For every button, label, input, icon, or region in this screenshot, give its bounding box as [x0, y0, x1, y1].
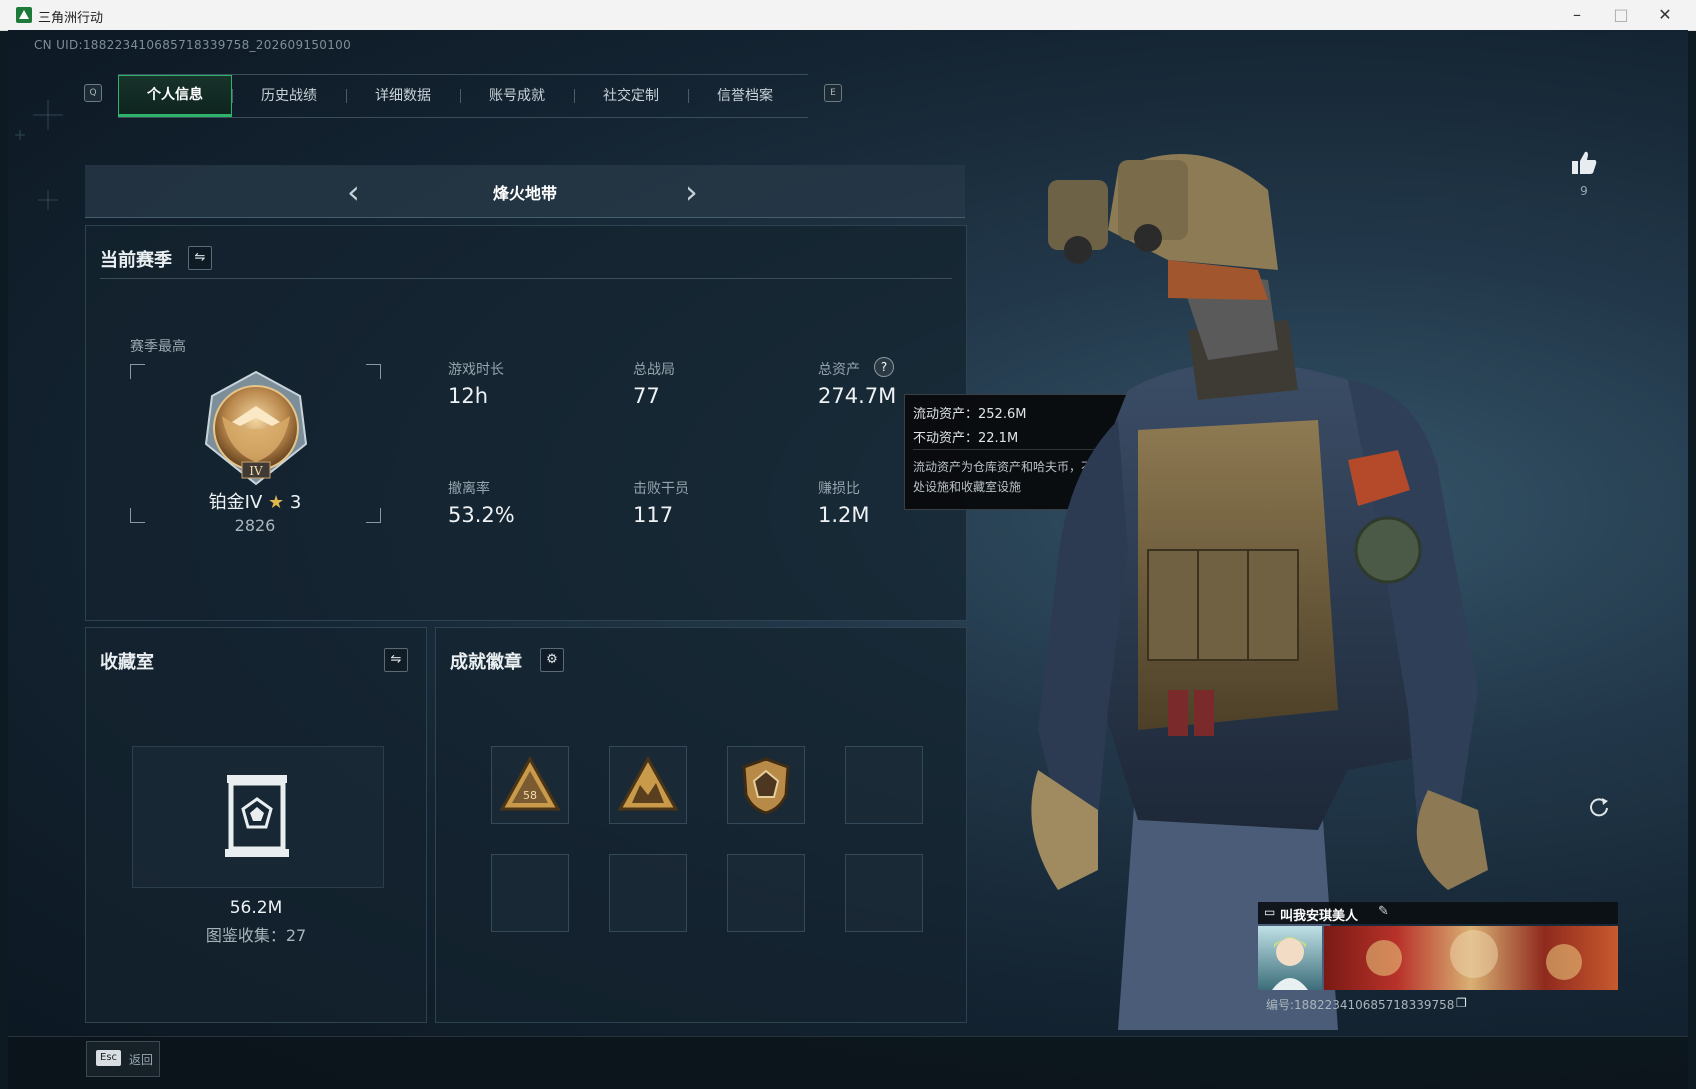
- badge-slot-empty[interactable]: [727, 854, 805, 932]
- avatar: [1258, 926, 1322, 990]
- collection-title: 收藏室: [100, 652, 154, 673]
- window-titlebar: 三角洲行动 – □ ✕: [0, 0, 1696, 31]
- mode-name: 烽火地带: [492, 184, 557, 203]
- help-icon[interactable]: ?: [874, 357, 894, 377]
- rank-line: 铂金IV ★ 3: [130, 488, 380, 514]
- mode-selector: ‹ 烽火地带 ›: [85, 165, 965, 218]
- divider: [100, 278, 952, 279]
- tab-achievements[interactable]: 账号成就: [460, 75, 574, 117]
- season-switch-button[interactable]: ⇋: [188, 246, 212, 270]
- edit-icon[interactable]: ✎: [1378, 904, 1389, 919]
- player-card[interactable]: ▭ 叫我安琪美人 ✎ 编号:18822341068571833975​8 ❐: [1258, 902, 1618, 1020]
- tab-social-custom[interactable]: 社交定制: [574, 75, 688, 117]
- stat-label: 总资产: [818, 362, 860, 378]
- season-best-label: 赛季最高: [130, 339, 186, 355]
- id-card-icon: ▭: [1264, 905, 1276, 919]
- collection-panel: 收藏室 ⇋ 56.2M 图鉴收集：27: [85, 627, 427, 1023]
- squad-badge-icon: [617, 755, 679, 811]
- rank-stars: 3: [289, 492, 302, 513]
- badge-slot[interactable]: 58: [491, 746, 569, 824]
- tab-credit-record[interactable]: 信誉档案: [688, 75, 802, 117]
- banner-pattern: [1366, 930, 1582, 980]
- stat-label: 总战局: [633, 362, 675, 378]
- badge-slot-empty[interactable]: [491, 854, 569, 932]
- collection-switch-button[interactable]: ⇋: [384, 648, 408, 672]
- svg-text:IV: IV: [249, 464, 263, 478]
- refresh-icon[interactable]: [1588, 796, 1610, 818]
- stat-value: 77: [633, 384, 660, 408]
- tooltip-liquid-assets: 流动资产：252.6M: [913, 407, 1027, 422]
- collection-count: 图鉴收集：27: [205, 926, 307, 945]
- badges-panel: 成就徽章 ⚙ 58: [435, 627, 967, 1023]
- stat-label: 游戏时长: [448, 362, 504, 378]
- window-title: 三角洲行动: [38, 11, 104, 26]
- season-title: 当前赛季: [100, 250, 172, 271]
- mode-next-button[interactable]: ›: [685, 173, 698, 211]
- frame-corner: [366, 364, 381, 379]
- badges-title: 成就徽章: [450, 652, 522, 673]
- collection-value: 56.2M: [229, 898, 283, 918]
- operator-character-image: [1031, 154, 1488, 1030]
- close-button[interactable]: ✕: [1642, 0, 1688, 30]
- game-screen: CN UID:18822341068571833975​8_2026091501…: [8, 30, 1688, 1089]
- tab-match-history[interactable]: 历史战绩: [232, 75, 346, 117]
- stat-value: 117: [633, 503, 674, 527]
- triangle-badge-icon: 58: [499, 755, 561, 811]
- display-case-icon: [225, 775, 289, 857]
- like-count: 9: [1580, 184, 1588, 198]
- like-button[interactable]: 9: [1564, 150, 1604, 198]
- badge-slot[interactable]: [727, 746, 805, 824]
- badge-slot-empty[interactable]: [609, 854, 687, 932]
- stat-value: 274.7M: [818, 384, 897, 408]
- shield-badge-icon: [742, 757, 790, 815]
- stat-value: 53.2%: [448, 503, 515, 527]
- avatar-portrait: [1272, 937, 1308, 990]
- tooltip-fixed-assets: 不动资产：22.1M: [913, 431, 1019, 446]
- back-label: 返回: [129, 1053, 154, 1067]
- badge-slot-empty[interactable]: [845, 854, 923, 932]
- star-icon: ★: [268, 492, 285, 513]
- rank-name: 铂金IV: [208, 492, 263, 513]
- thumbs-up-icon: [1572, 151, 1597, 174]
- badge-slot-empty[interactable]: [845, 746, 923, 824]
- season-panel: 当前赛季 ⇋ 赛季最高 IV 铂金IV ★ 3 2826 游戏时长 12h 总战…: [85, 225, 967, 621]
- tab-prev-key[interactable]: Q: [84, 84, 102, 102]
- rank-score: 2826: [234, 516, 276, 535]
- main-tabs: 个人信息 历史战绩 详细数据 账号成就 社交定制 信誉档案: [118, 74, 808, 118]
- back-button[interactable]: Esc 返回: [86, 1041, 160, 1077]
- minimize-button[interactable]: –: [1554, 0, 1600, 30]
- tab-personal-info[interactable]: 个人信息: [118, 75, 232, 117]
- esc-key: Esc: [96, 1050, 122, 1066]
- rank-emblem-icon: IV: [204, 370, 308, 486]
- app-logo-icon: [16, 7, 32, 23]
- copy-icon[interactable]: ❐: [1456, 996, 1467, 1010]
- badge-number: 58: [523, 789, 537, 802]
- card-header: ▭ 叫我安琪美人 ✎: [1258, 902, 1618, 924]
- stat-label: 撤离率: [448, 481, 490, 497]
- player-name: 叫我安琪美人: [1280, 909, 1359, 924]
- badge-slot[interactable]: [609, 746, 687, 824]
- tab-detailed-data[interactable]: 详细数据: [346, 75, 460, 117]
- frame-corner: [130, 364, 145, 379]
- collection-display[interactable]: [132, 746, 384, 888]
- bottom-bar: [8, 1036, 1688, 1089]
- stat-value: 12h: [448, 384, 489, 408]
- maximize-button[interactable]: □: [1598, 0, 1644, 30]
- stat-value: 1.2M: [818, 503, 870, 527]
- stat-label: 击败干员: [633, 481, 689, 497]
- stat-label: 赚损比: [818, 481, 860, 497]
- tab-next-key[interactable]: E: [824, 84, 842, 102]
- player-id: 编号:18822341068571833975​8: [1266, 998, 1455, 1012]
- badges-settings-button[interactable]: ⚙: [540, 648, 564, 672]
- card-banner-image: [1324, 926, 1618, 990]
